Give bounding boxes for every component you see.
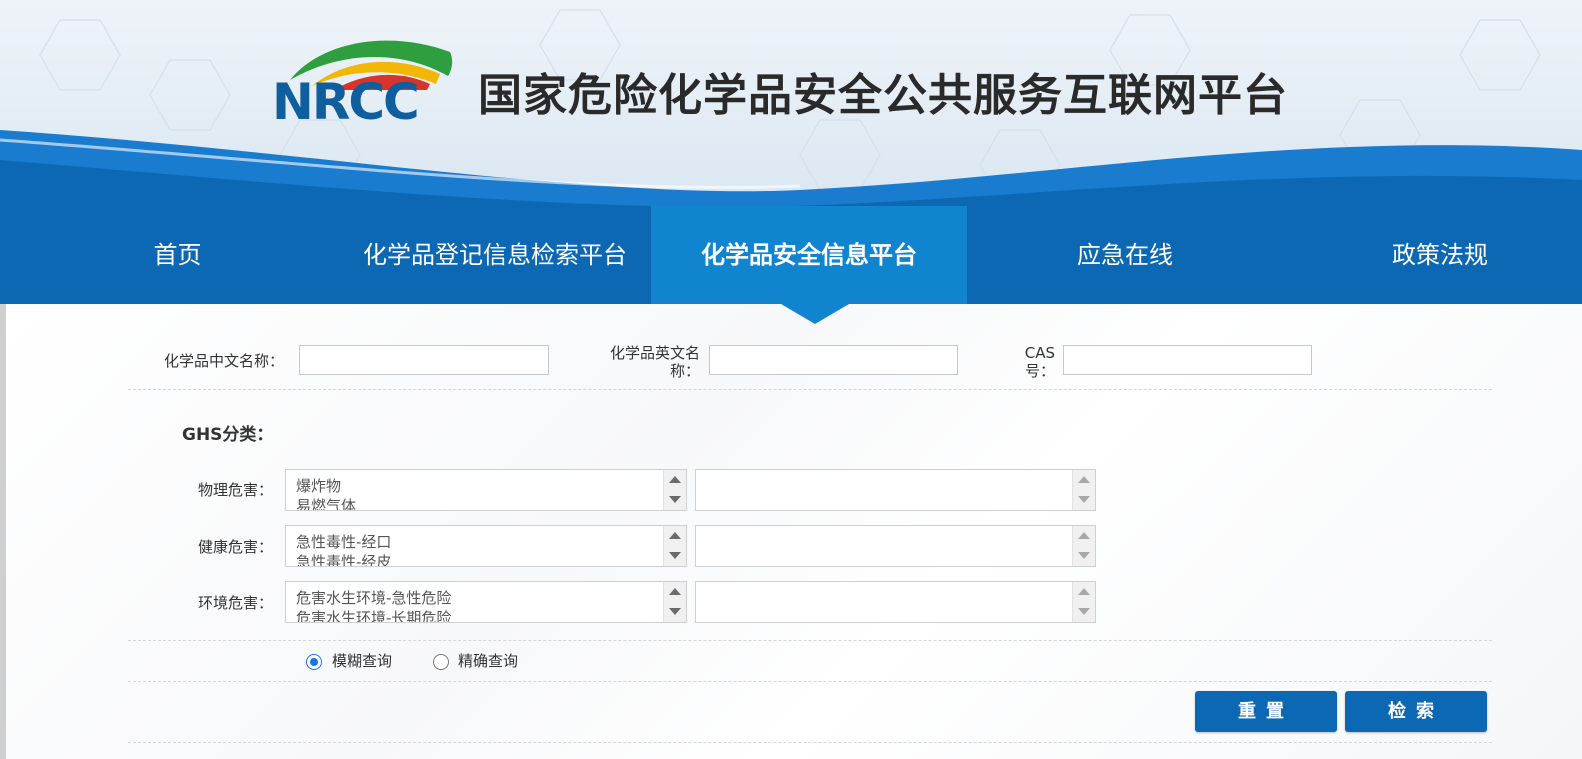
scrollbar[interactable] (1072, 582, 1095, 622)
health-hazard-selected-list[interactable] (695, 525, 1096, 567)
scroll-down-icon[interactable] (669, 496, 681, 503)
scrollbar[interactable] (1072, 470, 1095, 510)
en-name-label: 化学品英文名 称： (604, 343, 700, 381)
en-name-input[interactable] (709, 345, 958, 375)
scroll-up-icon[interactable] (669, 476, 681, 483)
scroll-up-icon[interactable] (1078, 532, 1090, 539)
environment-hazard-selected-list[interactable] (695, 581, 1096, 623)
left-edge-bar (0, 304, 6, 759)
health-hazard-source-list[interactable]: 急性毒性-经口 急性毒性-经皮 (285, 525, 687, 567)
scroll-up-icon[interactable] (1078, 588, 1090, 595)
environment-hazard-source-list[interactable]: 危害水生环境-急性危险 危害水生环境-长期危险 (285, 581, 687, 623)
reset-button[interactable]: 重置 (1195, 691, 1337, 732)
list-item[interactable]: 危害水生环境-急性危险 (296, 588, 451, 608)
scroll-up-icon[interactable] (669, 532, 681, 539)
scrollbar[interactable] (663, 470, 686, 510)
scroll-down-icon[interactable] (1078, 496, 1090, 503)
divider (128, 640, 1492, 641)
scroll-down-icon[interactable] (669, 608, 681, 615)
list-item[interactable]: 急性毒性-经口 (296, 532, 391, 552)
nav-item-policy[interactable]: 政策法规 (1340, 206, 1540, 304)
physical-hazard-source-list[interactable]: 爆炸物 易燃气体 (285, 469, 687, 511)
cas-label-line2: 号： (1024, 362, 1055, 380)
divider (128, 681, 1492, 682)
site-header: NRCC 国家危险化学品安全公共服务互联网平台 (0, 0, 1582, 206)
search-button[interactable]: 检索 (1345, 691, 1487, 732)
scroll-up-icon[interactable] (1078, 476, 1090, 483)
cas-input[interactable] (1063, 345, 1312, 375)
scroll-up-icon[interactable] (669, 588, 681, 595)
list-item[interactable]: 危害水生环境-长期危险 (296, 608, 451, 622)
divider (128, 389, 1492, 390)
scroll-down-icon[interactable] (1078, 552, 1090, 559)
divider (128, 742, 1492, 743)
active-nav-indicator (781, 304, 849, 324)
cn-name-label: 化学品中文名称： (164, 352, 285, 370)
fuzzy-query-label[interactable]: 模糊查询 (332, 651, 392, 671)
list-item[interactable]: 急性毒性-经皮 (296, 552, 391, 566)
cn-name-input[interactable] (299, 345, 549, 375)
nrcc-logo[interactable]: NRCC (272, 30, 458, 130)
en-name-label-line2: 称： (669, 362, 700, 380)
scrollbar[interactable] (663, 582, 686, 622)
cas-label-line1: CAS (1024, 344, 1055, 362)
nav-item-emergency[interactable]: 应急在线 (1025, 206, 1225, 304)
physical-hazard-selected-list[interactable] (695, 469, 1096, 511)
en-name-label-line1: 化学品英文名 (609, 344, 700, 362)
nav-item-registration-search[interactable]: 化学品登记信息检索平台 (335, 206, 655, 304)
environment-hazard-label: 环境危害： (198, 594, 274, 612)
scrollbar[interactable] (663, 526, 686, 566)
list-item[interactable]: 易燃气体 (296, 496, 356, 510)
list-item[interactable]: 爆炸物 (296, 476, 356, 496)
cas-label: CAS 号： (1015, 343, 1055, 381)
ghs-title: GHS分类： (182, 425, 274, 445)
exact-query-label[interactable]: 精确查询 (458, 651, 518, 671)
exact-query-radio[interactable] (433, 654, 449, 670)
main-nav: 首页 化学品登记信息检索平台 化学品安全信息平台 应急在线 政策法规 (0, 206, 1582, 304)
scrollbar[interactable] (1072, 526, 1095, 566)
scroll-down-icon[interactable] (1078, 608, 1090, 615)
logo-text: NRCC (272, 73, 420, 131)
health-hazard-label: 健康危害： (198, 538, 274, 556)
site-title: 国家危险化学品安全公共服务互联网平台 (478, 70, 1288, 121)
fuzzy-query-radio[interactable] (306, 654, 322, 670)
scroll-down-icon[interactable] (669, 552, 681, 559)
nav-item-home[interactable]: 首页 (95, 206, 260, 304)
nav-item-safety-info[interactable]: 化学品安全信息平台 (651, 206, 967, 304)
physical-hazard-label: 物理危害： (198, 481, 274, 499)
